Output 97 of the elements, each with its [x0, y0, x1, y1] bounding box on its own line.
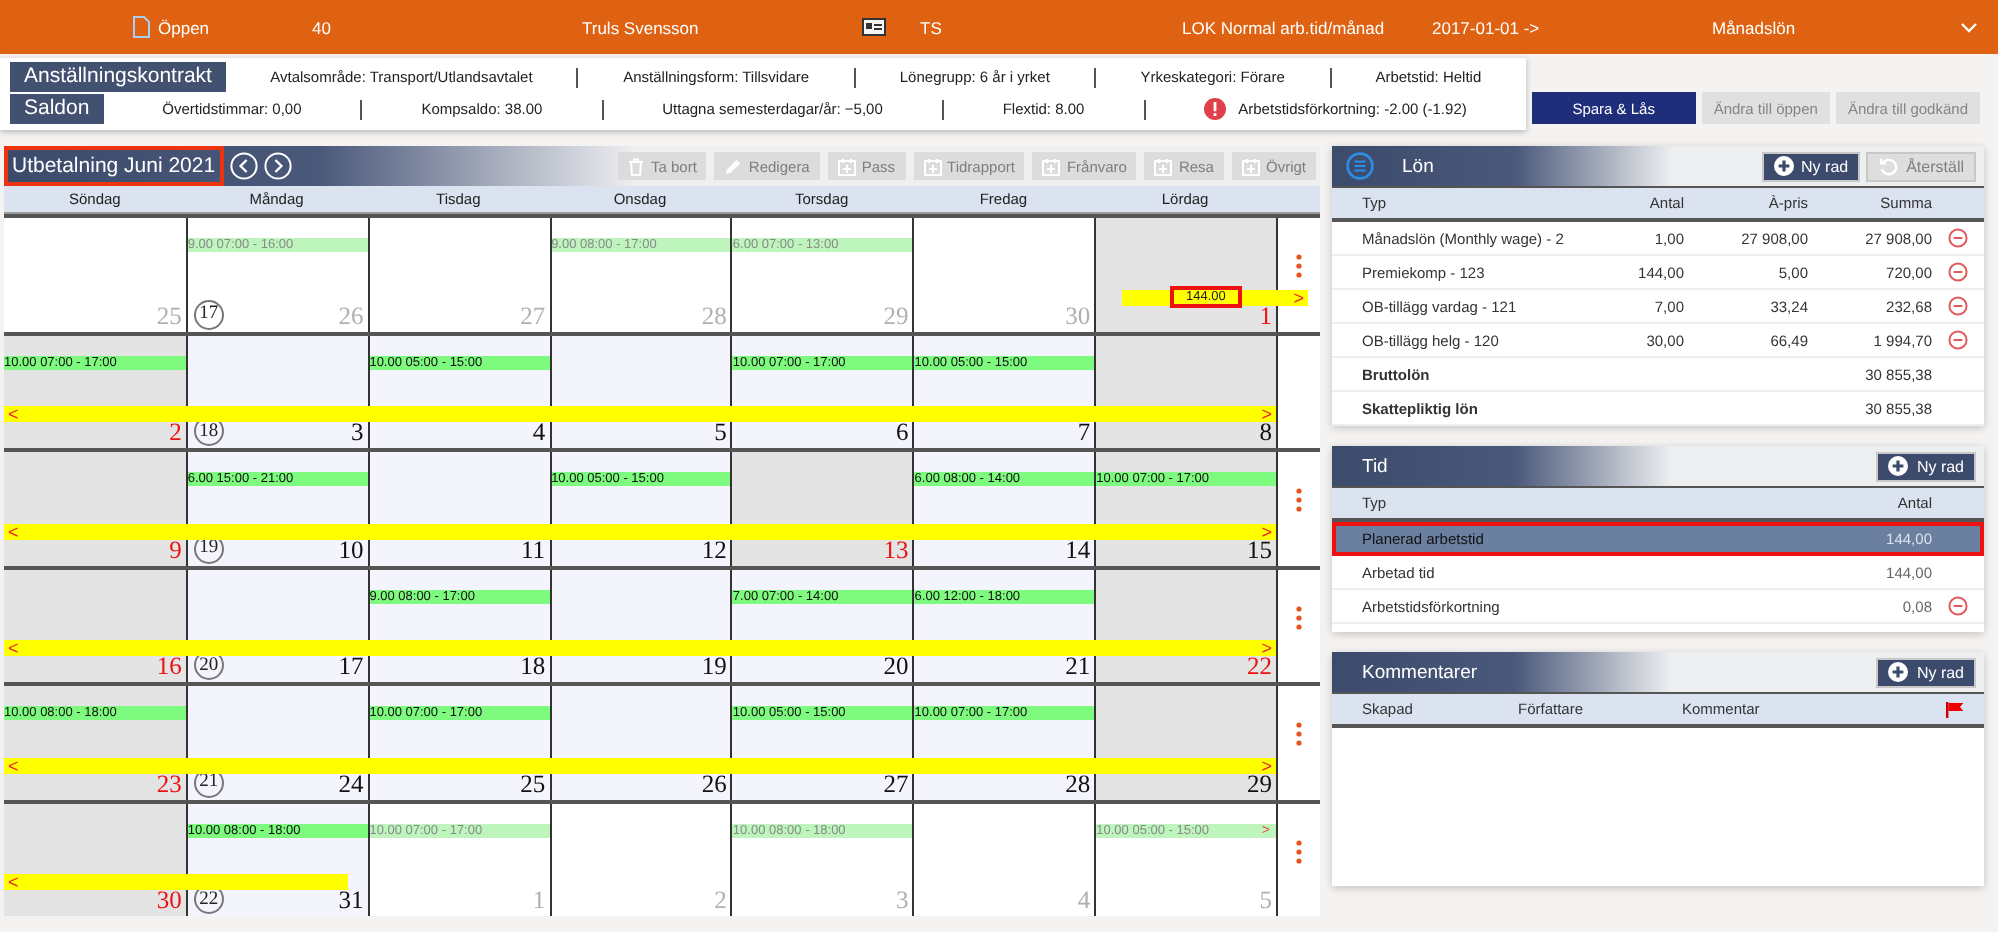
- remove-icon[interactable]: [1948, 262, 1968, 282]
- chevron-down-icon[interactable]: [1960, 21, 1978, 33]
- date-number: 3: [350, 420, 364, 446]
- header-field: LOK Normal arb.tid/månad: [1182, 17, 1385, 37]
- previous-arrow[interactable]: <: [4, 523, 23, 539]
- date-number: 18: [520, 654, 546, 680]
- remove-icon[interactable]: [1948, 296, 1968, 316]
- date-number: 27: [520, 303, 546, 329]
- date-number: 29: [1246, 771, 1272, 797]
- previous-arrow[interactable]: <: [4, 874, 23, 890]
- calendar-plus-icon: [923, 157, 942, 175]
- header-field: Månadslön: [1712, 17, 1796, 37]
- date-number: 25: [156, 303, 182, 329]
- plus-circle-icon: [1773, 156, 1794, 176]
- previous-arrow[interactable]: <: [4, 406, 23, 422]
- date-number: 1: [532, 888, 546, 914]
- flag-icon: [1945, 701, 1963, 717]
- date-number: 26: [701, 771, 727, 797]
- date-number: 10: [338, 537, 364, 563]
- date-number: 28: [1065, 771, 1091, 797]
- document-icon: [132, 16, 150, 38]
- date-number: 11: [521, 537, 546, 563]
- date-number: 14: [1065, 537, 1091, 563]
- initials: TS: [920, 17, 942, 37]
- add-row-button[interactable]: Ny rad: [1876, 657, 1976, 687]
- next-arrow[interactable]: >: [1257, 523, 1276, 539]
- date-number: 27: [883, 771, 909, 797]
- status-label: Öppen: [158, 17, 210, 37]
- date-number: 22: [1246, 654, 1272, 680]
- more-options-icon[interactable]: [1295, 605, 1302, 629]
- panel-title: Lön: [1402, 155, 1434, 177]
- week-number: 17: [193, 299, 224, 329]
- id-card-icon: [862, 18, 886, 36]
- date-number: 21: [1065, 654, 1091, 680]
- date-number: 30: [1065, 303, 1091, 329]
- next-arrow[interactable]: >: [1289, 289, 1308, 305]
- balances-label: Saldon: [10, 94, 104, 124]
- more-options-icon[interactable]: [1295, 839, 1302, 863]
- date-number: 31: [338, 888, 364, 914]
- date-number: 2: [714, 888, 727, 914]
- date-number: 30: [156, 888, 182, 914]
- date-number: 28: [701, 303, 727, 329]
- date-number: 23: [156, 771, 182, 797]
- date-number: 20: [883, 654, 909, 680]
- date-number: 17: [338, 654, 364, 680]
- undo-icon: [1878, 156, 1899, 176]
- date-number: 24: [338, 771, 364, 797]
- date-number: 8: [1259, 420, 1272, 446]
- date-number: 3: [896, 888, 909, 914]
- panel-title: Kommentarer: [1362, 661, 1478, 683]
- date-number: 5: [714, 420, 727, 446]
- next-arrow[interactable]: >: [1257, 640, 1276, 656]
- header-field: 40: [312, 17, 331, 37]
- date-number: 9: [169, 537, 182, 563]
- remove-icon[interactable]: [1948, 330, 1968, 350]
- remove-icon[interactable]: [1948, 228, 1968, 248]
- more-options-icon[interactable]: [1295, 722, 1302, 746]
- header-field: Truls Svensson: [582, 17, 699, 37]
- date-number: 4: [1077, 888, 1091, 914]
- calendar-plus-icon: [1042, 157, 1061, 175]
- panel-title: Tid: [1362, 455, 1388, 477]
- add-row-button[interactable]: Ny rad: [1761, 151, 1861, 181]
- previous-icon[interactable]: [229, 152, 258, 180]
- date-number: 29: [883, 303, 909, 329]
- date-number: 1: [1259, 303, 1272, 329]
- plus-circle-icon: [1888, 662, 1909, 682]
- next-arrow[interactable]: >: [1257, 406, 1276, 422]
- date-number: 25: [520, 771, 546, 797]
- plus-circle-icon: [1888, 456, 1909, 476]
- next-arrow[interactable]: >: [1257, 757, 1276, 773]
- date-number: 6: [896, 420, 909, 446]
- remove-icon[interactable]: [1948, 596, 1968, 616]
- date-number: 26: [338, 303, 364, 329]
- calendar-title: Utbetalning Juni 2021: [4, 146, 224, 186]
- trash-icon: [628, 157, 645, 175]
- calendar-plus-icon: [1241, 157, 1260, 175]
- pencil-icon: [724, 157, 743, 175]
- calendar-plus-icon: [1154, 157, 1173, 175]
- date-number: 4: [532, 420, 546, 446]
- date-number: 16: [156, 654, 182, 680]
- date-number: 13: [883, 537, 909, 563]
- date-number: 7: [1077, 420, 1091, 446]
- previous-arrow[interactable]: <: [4, 757, 23, 773]
- date-number: 5: [1259, 888, 1272, 914]
- menu-icon[interactable]: [1346, 152, 1374, 180]
- date-number: 19: [701, 654, 727, 680]
- more-options-icon[interactable]: [1295, 488, 1302, 512]
- date-number: 15: [1246, 537, 1272, 563]
- add-row-button[interactable]: Ny rad: [1876, 451, 1976, 481]
- more-options-icon[interactable]: [1295, 254, 1302, 278]
- header-field: 2017-01-01 ->: [1432, 17, 1540, 37]
- date-number: 12: [701, 537, 727, 563]
- calendar-plus-icon: [837, 157, 856, 175]
- contract-label: Anställningskontrakt: [10, 62, 226, 92]
- previous-arrow[interactable]: <: [4, 640, 23, 656]
- date-number: 2: [169, 420, 182, 446]
- next-icon[interactable]: [263, 152, 292, 180]
